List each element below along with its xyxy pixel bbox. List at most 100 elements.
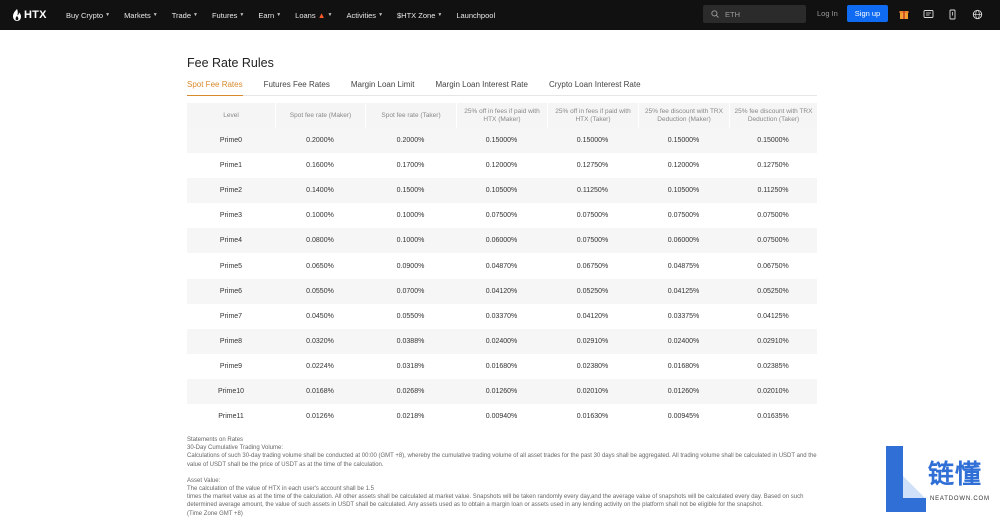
fee-rate-cell: 0.05250% bbox=[547, 278, 638, 304]
fee-rate-cell: 0.07500% bbox=[729, 203, 817, 229]
fee-rate-cell: 0.0450% bbox=[275, 303, 365, 329]
fee-rate-cell: 0.2000% bbox=[365, 128, 456, 154]
chevron-down-icon: ▼ bbox=[239, 12, 245, 18]
fee-rate-cell: 0.06750% bbox=[729, 253, 817, 279]
flame-logo-icon bbox=[13, 9, 21, 21]
fee-rate-cell: 0.07500% bbox=[456, 203, 547, 229]
fee-rate-cell: 0.0168% bbox=[275, 378, 365, 405]
fee-rate-cell: 0.12750% bbox=[547, 153, 638, 179]
fee-rate-cell: 0.06750% bbox=[547, 253, 638, 279]
table-row: Prime10 0.0168% 0.0268% 0.01260% 0.02010% 0.0… bbox=[187, 378, 817, 405]
fee-rate-cell: 0.0900% bbox=[365, 253, 456, 279]
search-box[interactable] bbox=[703, 5, 806, 23]
nav-item-htx-zone[interactable]: $HTX Zone ▼ bbox=[397, 11, 442, 20]
table-row: Prime5 0.0650% 0.0900% 0.04870% 0.06750% 0.04… bbox=[187, 253, 817, 279]
fee-rate-cell: 0.0218% bbox=[365, 404, 456, 430]
nav-item-buy-crypto[interactable]: Buy Crypto ▼ bbox=[66, 11, 110, 20]
table-row: Prime3 0.1000% 0.1000% 0.07500% 0.07500% 0.07… bbox=[187, 203, 817, 229]
fee-rate-cell: 0.01680% bbox=[456, 353, 547, 379]
fee-rate-cell: 0.04870% bbox=[456, 253, 547, 279]
fee-rate-cell: 0.01260% bbox=[638, 378, 729, 405]
fee-rate-cell: 0.12750% bbox=[729, 153, 817, 179]
message-icon[interactable] bbox=[922, 8, 934, 20]
fee-rate-cell: 0.15000% bbox=[456, 128, 547, 154]
fee-rate-cell: 0.1000% bbox=[275, 203, 365, 229]
column-header: 25% off in fees if paid with HTX (Taker) bbox=[547, 103, 638, 128]
level-cell: Prime5 bbox=[187, 253, 275, 279]
column-header: 25% fee discount with TRX Deduction (Mak… bbox=[638, 103, 729, 128]
nav-item-trade[interactable]: Trade ▼ bbox=[172, 11, 198, 20]
chevron-down-icon: ▼ bbox=[193, 12, 198, 18]
level-cell: Prime11 bbox=[187, 404, 275, 430]
phone-icon bbox=[949, 9, 955, 19]
fee-rate-cell: 0.10500% bbox=[638, 178, 729, 204]
column-header: Level bbox=[187, 103, 275, 128]
fee-rate-cell: 0.15000% bbox=[638, 128, 729, 154]
fee-rate-cell: 0.01630% bbox=[547, 404, 638, 430]
download-app-icon[interactable] bbox=[946, 8, 958, 20]
nav-item-launchpool[interactable]: Launchpool bbox=[456, 11, 495, 20]
nav-item-label: Markets bbox=[124, 10, 151, 20]
chevron-down-icon: ▼ bbox=[276, 12, 282, 18]
table-row: Prime2 0.1400% 0.1500% 0.10500% 0.11250% 0.10… bbox=[187, 178, 817, 204]
search-input[interactable] bbox=[725, 9, 805, 19]
table-row: Prime6 0.0550% 0.0700% 0.04120% 0.05250% 0.04… bbox=[187, 278, 817, 304]
chat-icon bbox=[923, 9, 933, 18]
top-navigation-bar: HTX Buy Crypto ▼ Markets ▼ Trade ▼ Futures ▼ Ear… bbox=[0, 0, 1000, 30]
fee-rate-cell: 0.03370% bbox=[456, 303, 547, 329]
column-header: Spot fee rate (Maker) bbox=[275, 103, 365, 128]
watermark-en-text: NEATDOWN.COM bbox=[930, 496, 990, 502]
volume-text: Calculations of such 30-day trading volu… bbox=[187, 453, 817, 468]
fee-rate-cell: 0.02400% bbox=[456, 328, 547, 354]
nav-item-loans[interactable]: Loans ▲ ▼ bbox=[295, 11, 332, 20]
chevron-down-icon: ▼ bbox=[152, 12, 158, 18]
tab-spot-fee-rates[interactable]: Spot Fee Rates bbox=[187, 80, 243, 96]
fee-rate-cell: 0.0388% bbox=[365, 328, 456, 354]
level-cell: Prime0 bbox=[187, 128, 275, 154]
fee-rate-cell: 0.07500% bbox=[638, 203, 729, 229]
fee-rate-cell: 0.00940% bbox=[456, 404, 547, 430]
table-row: Prime11 0.0126% 0.0218% 0.00940% 0.01630% 0.0… bbox=[187, 404, 817, 430]
fee-rate-cell: 0.03375% bbox=[638, 303, 729, 329]
volume-title: 30-Day Cumulative Trading Volume: bbox=[187, 445, 284, 452]
htx-logo[interactable]: HTX bbox=[12, 9, 58, 21]
gift-icon bbox=[899, 11, 909, 19]
fee-rate-cell: 0.04125% bbox=[638, 278, 729, 304]
fee-rate-cell: 0.0224% bbox=[275, 353, 365, 379]
login-link[interactable]: Log In bbox=[817, 9, 838, 18]
fee-rate-cell: 0.0318% bbox=[365, 353, 456, 379]
nav-item-earn[interactable]: Earn ▼ bbox=[258, 11, 281, 20]
fee-rate-cell: 0.02380% bbox=[547, 353, 638, 379]
tab-margin-loan-limit[interactable]: Margin Loan Limit bbox=[351, 80, 415, 96]
nav-item-label: Trade bbox=[171, 10, 192, 20]
nav-item-label: Launchpool bbox=[456, 10, 496, 20]
signup-button[interactable]: Sign up bbox=[847, 5, 888, 22]
rewards-icon[interactable] bbox=[898, 8, 910, 20]
globe-icon bbox=[972, 9, 982, 19]
fee-rate-cell: 0.01680% bbox=[638, 353, 729, 379]
tab-crypto-loan-interest-rate[interactable]: Crypto Loan Interest Rate bbox=[549, 80, 641, 96]
nav-item-label: Earn bbox=[258, 10, 275, 20]
asset-line-1: The calculation of the value of HTX in e… bbox=[187, 486, 374, 493]
language-icon[interactable] bbox=[971, 8, 983, 20]
fee-rate-cell: 0.1700% bbox=[365, 153, 456, 179]
fee-rate-cell: 0.2000% bbox=[275, 128, 365, 154]
fee-rate-cell: 0.12000% bbox=[456, 153, 547, 179]
fee-rate-cell: 0.0320% bbox=[275, 328, 365, 354]
spot-fee-table: Level Spot fee rate (Maker) Spot fee rate … bbox=[187, 103, 817, 430]
fee-rate-cell: 0.05250% bbox=[729, 278, 817, 304]
fee-rate-cell: 0.1000% bbox=[365, 228, 456, 254]
fee-rate-cell: 0.1600% bbox=[275, 153, 365, 179]
level-cell: Prime10 bbox=[187, 378, 275, 405]
nav-item-label: Futures bbox=[211, 10, 238, 20]
fee-rate-cell: 0.02010% bbox=[547, 378, 638, 405]
fee-rate-cell: 0.11250% bbox=[729, 178, 817, 204]
main-nav: Buy Crypto ▼ Markets ▼ Trade ▼ Futures ▼ Earn ▼ Lo… bbox=[66, 11, 509, 20]
watermark-cn-text: 链懂 bbox=[928, 459, 983, 489]
tab-margin-loan-interest-rate[interactable]: Margin Loan Interest Rate bbox=[435, 80, 528, 96]
fee-rate-cell: 0.02910% bbox=[547, 328, 638, 354]
nav-item-markets[interactable]: Markets ▼ bbox=[124, 11, 158, 20]
tab-futures-fee-rates[interactable]: Futures Fee Rates bbox=[264, 80, 330, 96]
nav-item-futures[interactable]: Futures ▼ bbox=[212, 11, 244, 20]
nav-item-activities[interactable]: Activities ▼ bbox=[346, 11, 383, 20]
